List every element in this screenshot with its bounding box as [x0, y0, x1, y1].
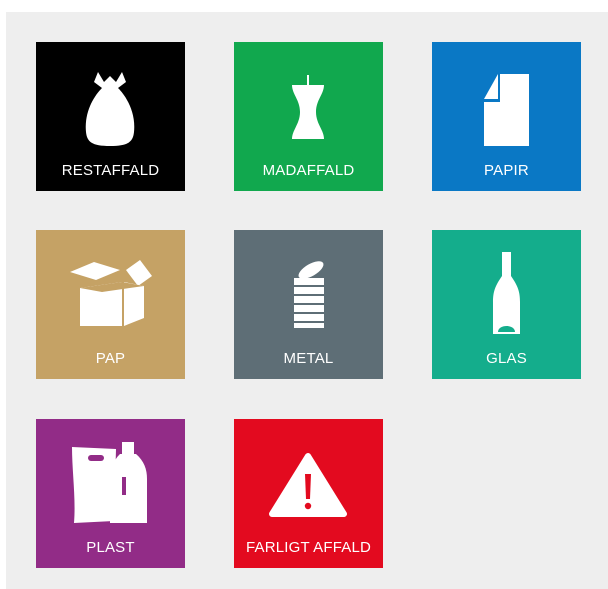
tile-metal[interactable]: METAL — [234, 230, 383, 379]
tile-pap[interactable]: PAP — [36, 230, 185, 379]
tile-plast[interactable]: PLAST — [36, 419, 185, 568]
tile-label: PLAST — [86, 539, 135, 556]
tile-glas[interactable]: GLAS — [432, 230, 581, 379]
tile-label: METAL — [283, 350, 334, 367]
tile-papir[interactable]: PAPIR — [432, 42, 581, 191]
tile-farligt-affald[interactable]: FARLIGT AFFALD — [234, 419, 383, 568]
tile-label: MADAFFALD — [262, 162, 355, 179]
tile-madaffald[interactable]: MADAFFALD — [234, 42, 383, 191]
tile-label: GLAS — [486, 350, 527, 367]
tile-label: RESTAFFALD — [61, 162, 160, 179]
tile-restaffald[interactable]: RESTAFFALD — [36, 42, 185, 191]
tile-label: PAPIR — [484, 162, 529, 179]
tile-label: FARLIGT AFFALD — [245, 539, 372, 556]
tile-label: PAP — [95, 350, 126, 367]
